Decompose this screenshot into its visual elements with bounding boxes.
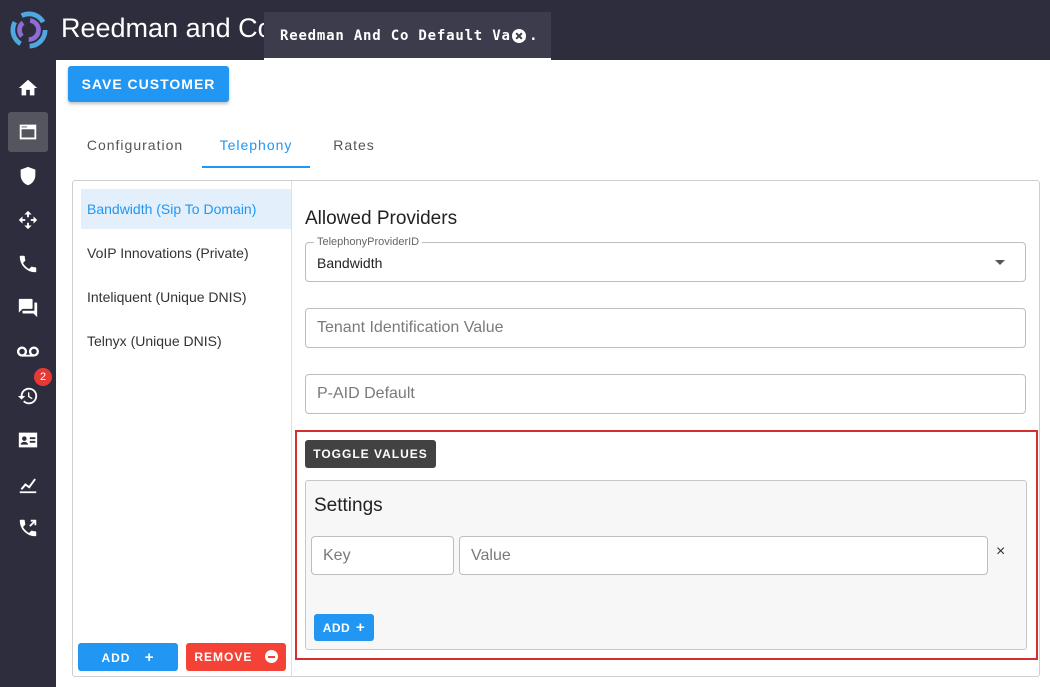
shield-icon [20,166,36,186]
setting-value-input[interactable] [460,537,987,574]
setting-key-input[interactable] [312,537,453,574]
remove-provider-button[interactable]: REMOVE [186,643,286,671]
delete-setting-icon[interactable]: × [996,543,1005,561]
setting-key-field[interactable] [311,536,454,575]
diamond-arrows-icon [18,210,38,230]
provider-item-inteliquent[interactable]: Inteliquent (Unique DNIS) [81,277,291,317]
tenant-identification-input[interactable] [306,309,1025,347]
telephony-panel: Bandwidth (Sip To Domain) VoIP Innovatio… [72,180,1040,677]
add-provider-label: ADD [101,650,131,665]
history-badge: 2 [34,368,52,386]
remove-provider-label: REMOVE [194,650,253,664]
provider-list: Bandwidth (Sip To Domain) VoIP Innovatio… [73,181,292,676]
toggle-values-button[interactable]: TOGGLE VALUES [305,440,436,468]
tab-configuration[interactable]: Configuration [68,125,202,168]
add-setting-label: ADD [322,621,351,635]
app-brand-title: Reedman and Co [61,13,273,43]
chart-icon [19,478,37,494]
history-icon [17,387,38,405]
provider-item-bandwidth[interactable]: Bandwidth (Sip To Domain) [81,189,291,229]
sidebar-item-messages[interactable] [8,288,48,328]
contact-card-icon [18,432,38,448]
telephony-provider-legend: TelephonyProviderID [314,236,423,248]
sidebar-item-phone[interactable] [8,244,48,284]
save-customer-button[interactable]: SAVE CUSTOMER [68,66,229,102]
sidebar-nav: 2 [0,60,56,687]
sidebar-item-contacts[interactable] [8,420,48,460]
phone-forward-icon [19,519,37,537]
tab-telephony[interactable]: Telephony [202,125,310,168]
sidebar-item-voicemail[interactable] [8,332,48,372]
sidebar-item-security[interactable] [8,156,48,196]
provider-item-telnyx[interactable]: Telnyx (Unique DNIS) [81,321,291,361]
settings-panel: Settings × ADD + [305,480,1027,650]
sidebar-item-routing[interactable] [8,200,48,240]
top-bar: Reedman and Co Reedman And Co Default Va… [0,0,1050,60]
telephony-provider-select[interactable]: TelephonyProviderID Bandwidth [305,236,1026,282]
setting-value-field[interactable] [459,536,988,575]
tab-rates[interactable]: Rates [310,125,398,168]
sidebar-item-analytics[interactable] [8,464,48,504]
document-tab-label: Reedman And Co Default Va... [280,28,539,44]
telephony-provider-value: Bandwidth [317,255,383,271]
plus-icon: + [144,648,155,666]
app-logo-icon [10,11,48,49]
voicemail-icon [17,346,39,357]
paid-default-field[interactable] [305,374,1026,414]
chat-icon [18,298,38,318]
allowed-providers-title: Allowed Providers [305,208,458,229]
window-icon [19,124,37,140]
close-circle-icon[interactable] [512,29,526,43]
document-tab[interactable]: Reedman And Co Default Va... [264,12,551,60]
dropdown-arrow-icon[interactable] [995,260,1005,265]
plus-icon: + [356,619,366,636]
provider-item-voip-innovations[interactable]: VoIP Innovations (Private) [81,233,291,273]
settings-title: Settings [314,495,383,516]
tenant-identification-field[interactable] [305,308,1026,348]
minus-circle-icon [264,650,278,663]
sidebar-item-home[interactable] [8,68,48,108]
sidebar-item-forwarding[interactable] [8,508,48,548]
home-icon [18,79,38,96]
add-setting-button[interactable]: ADD + [314,614,374,641]
phone-icon [19,255,37,273]
paid-default-input[interactable] [306,375,1025,413]
sidebar-item-windows[interactable] [8,112,48,152]
add-provider-button[interactable]: ADD + [78,643,178,671]
